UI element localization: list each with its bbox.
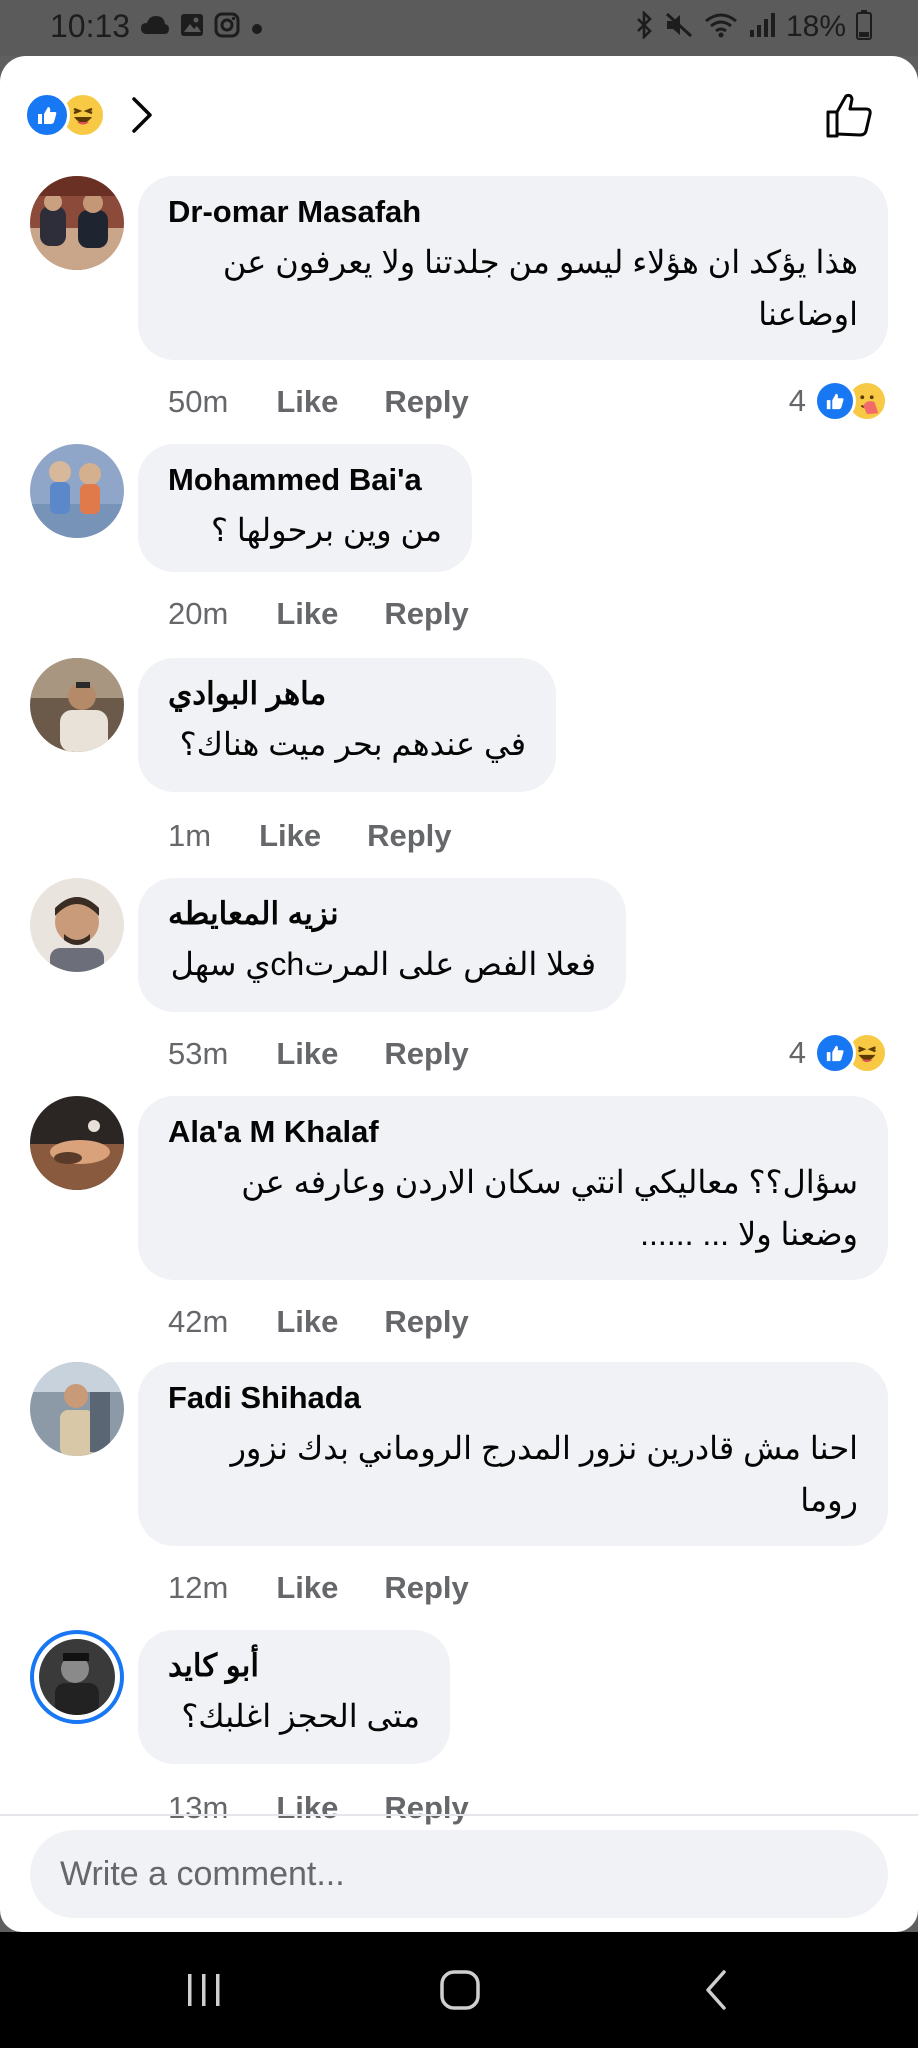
recent-apps-icon[interactable] (124, 1932, 284, 2048)
comment-text: سؤال؟؟ معاليكي انتي سكان الاردن وعارفه ع… (241, 1164, 858, 1252)
comment-actions: 53m Like Reply (168, 1024, 515, 1084)
avatar (39, 1639, 115, 1715)
avatar-with-story-ring[interactable] (30, 1630, 124, 1724)
status-left: 10:13 (50, 8, 264, 45)
bluetooth-icon (634, 9, 654, 43)
comment-text: متى الحجز اغلبك؟ (181, 1698, 420, 1734)
comment-author[interactable]: Ala'a M Khalaf (168, 1112, 858, 1152)
signal-icon (748, 12, 776, 42)
comment-bubble: Ala'a M Khalaf سؤال؟؟ معاليكي انتي سكان … (138, 1096, 888, 1280)
reaction-count: 4 (788, 383, 806, 418)
wifi-icon (704, 12, 738, 42)
reply-button[interactable]: Reply (367, 818, 451, 854)
like-reaction-icon (24, 92, 70, 138)
battery-percentage: 18% (785, 10, 846, 43)
like-button[interactable]: Like (276, 384, 338, 420)
navigation-bar (0, 1932, 918, 2048)
reply-button[interactable]: Reply (384, 1570, 468, 1606)
comment-actions: 50m Like Reply (168, 372, 515, 432)
like-button[interactable]: Like (276, 1570, 338, 1606)
comment-text: في عندهم بحر ميت هناك؟ (179, 726, 526, 762)
like-button[interactable]: Like (259, 818, 321, 854)
comment-timestamp[interactable]: 12m (168, 1570, 228, 1606)
comment-timestamp[interactable]: 20m (168, 596, 228, 632)
reply-button[interactable]: Reply (384, 596, 468, 632)
comments-sheet: Dr-omar Masafah هذا يؤكد ان هؤلاء ليسو م… (0, 56, 918, 1932)
comment-bubble: Dr-omar Masafah هذا يؤكد ان هؤلاء ليسو م… (138, 176, 888, 360)
like-button[interactable]: Like (276, 1036, 338, 1072)
comment-composer[interactable] (30, 1830, 888, 1918)
comment-bubble: Fadi Shihada احنا مش قادرين نزور المدرج … (138, 1362, 888, 1546)
gallery-icon (180, 13, 204, 41)
comment-text: فعلا الفص على المرتchي سهل (170, 946, 596, 982)
comment-actions: 13m Like Reply (168, 1778, 515, 1838)
comment-actions: 20m Like Reply (168, 584, 515, 644)
comment-timestamp[interactable]: 53m (168, 1036, 228, 1072)
like-button[interactable]: Like (276, 1304, 338, 1340)
comment-author[interactable]: أبو كايد (168, 1646, 420, 1686)
reply-button[interactable]: Reply (384, 1304, 468, 1340)
comment-input[interactable] (58, 1853, 860, 1895)
reply-button[interactable]: Reply (384, 1790, 468, 1826)
like-button[interactable]: Like (276, 596, 338, 632)
comment-timestamp[interactable]: 13m (168, 1790, 228, 1826)
comment-timestamp[interactable]: 42m (168, 1304, 228, 1340)
comment-author[interactable]: Mohammed Bai'a (168, 460, 442, 500)
comment-actions: 42m Like Reply (168, 1292, 515, 1352)
cloud-icon (140, 14, 170, 40)
comment-bubble: Mohammed Bai'a من وين برحولها ؟ (138, 444, 472, 572)
comment-bubble: ماهر البوادي في عندهم بحر ميت هناك؟ (138, 658, 556, 792)
composer-divider (0, 1814, 918, 1816)
status-bar: 10:13 18% (0, 0, 918, 56)
dot-icon (250, 14, 264, 40)
avatar[interactable] (30, 1096, 124, 1190)
like-button[interactable]: Like (276, 1790, 338, 1826)
comment-author[interactable]: ماهر البوادي (168, 674, 526, 714)
comment-actions: 12m Like Reply (168, 1558, 515, 1618)
comment-text: من وين برحولها ؟ (211, 512, 442, 548)
comment-bubble: أبو كايد متى الحجز اغلبك؟ (138, 1630, 450, 1764)
status-time: 10:13 (50, 8, 131, 44)
comment-text: هذا يؤكد ان هؤلاء ليسو من جلدتنا ولا يعر… (222, 244, 858, 332)
comment-text: احنا مش قادرين نزور المدرج الروماني بدك … (230, 1430, 858, 1518)
comment-timestamp[interactable]: 50m (168, 384, 228, 420)
avatar[interactable] (30, 444, 124, 538)
comment-timestamp[interactable]: 1m (168, 818, 211, 854)
thumbs-up-outline-icon[interactable] (824, 90, 874, 140)
comment-author[interactable]: Fadi Shihada (168, 1378, 858, 1418)
comment-reactions[interactable]: 4 (789, 376, 888, 426)
like-reaction-icon (814, 380, 856, 422)
reply-button[interactable]: Reply (384, 1036, 468, 1072)
reaction-count: 4 (788, 1035, 806, 1070)
battery-icon (856, 10, 872, 44)
home-icon[interactable] (380, 1932, 540, 2048)
avatar[interactable] (30, 658, 124, 752)
comment-bubble: نزيه المعايطه فعلا الفص على المرتchي سهل (138, 878, 626, 1012)
avatar[interactable] (30, 1362, 124, 1456)
comment-author[interactable]: Dr-omar Masafah (168, 192, 858, 232)
comment-author[interactable]: نزيه المعايطه (168, 894, 596, 934)
comment-actions: 1m Like Reply (168, 806, 498, 866)
comment-reactions[interactable]: 4 (789, 1028, 888, 1078)
mute-icon (664, 11, 694, 43)
avatar[interactable] (30, 878, 124, 972)
reactions-summary-header[interactable] (24, 90, 154, 140)
back-icon[interactable] (636, 1932, 796, 2048)
instagram-icon (214, 12, 240, 42)
reply-button[interactable]: Reply (384, 384, 468, 420)
avatar[interactable] (30, 176, 124, 270)
status-right: 18% (634, 9, 872, 44)
like-reaction-icon (814, 1032, 856, 1074)
chevron-right-icon[interactable] (130, 95, 154, 135)
